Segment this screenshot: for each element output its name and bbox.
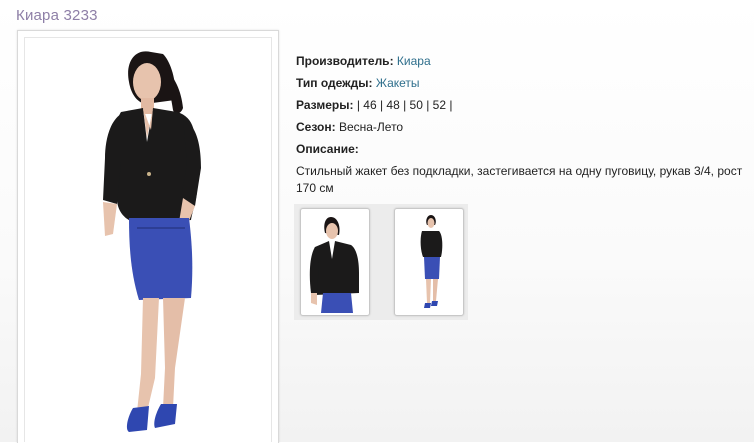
manufacturer-label: Производитель: — [296, 54, 394, 68]
description-text: Стильный жакет без подкладки, застегивае… — [296, 164, 743, 195]
clothing-type-link[interactable]: Жакеты — [376, 76, 420, 90]
thumbnail-gallery — [294, 204, 468, 320]
season-row: Сезон: Весна-Лето — [296, 116, 452, 138]
thumbnail-full-length[interactable] — [394, 208, 464, 316]
clothing-type-row: Тип одежды: Жакеты — [296, 72, 452, 94]
season-label: Сезон: — [296, 120, 336, 134]
product-details: Производитель: Киара Тип одежды: Жакеты … — [296, 50, 452, 160]
description-label: Описание: — [296, 142, 359, 156]
season-value: Весна-Лето — [338, 120, 404, 134]
main-product-photo[interactable] — [24, 37, 272, 442]
manufacturer-row: Производитель: Киара — [296, 50, 452, 72]
description-row: Описание: — [296, 138, 452, 160]
sizes-label: Размеры: — [296, 98, 354, 112]
main-photo-frame — [17, 30, 279, 443]
product-title: Киара 3233 — [16, 7, 98, 24]
sizes-value: | 46 | 48 | 50 | 52 | — [356, 98, 453, 112]
manufacturer-link[interactable]: Киара — [397, 54, 431, 68]
sizes-row: Размеры: | 46 | 48 | 50 | 52 | — [296, 94, 452, 116]
thumbnail-closeup[interactable] — [300, 208, 370, 316]
model-figure-image — [103, 51, 201, 432]
thumbnail-full-length-image — [420, 215, 443, 308]
clothing-type-label: Тип одежды: — [296, 76, 373, 90]
thumbnail-closeup-image — [309, 217, 359, 313]
